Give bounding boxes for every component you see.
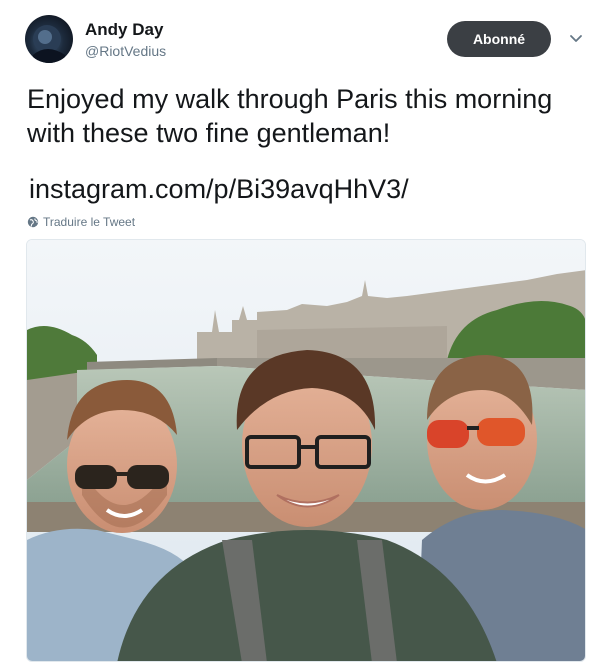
tweet-link[interactable]: instagram.com/p/Bi39avqHhV3/ [29,174,409,205]
tweet-text: Enjoyed my walk through Paris this morni… [27,82,597,150]
tweet-text-line: Enjoyed my walk through Paris this morni… [27,84,553,114]
chevron-down-icon[interactable] [567,32,585,46]
tweet-photo[interactable] [26,239,586,662]
translate-tweet-link[interactable]: Traduire le Tweet [27,215,135,229]
following-button[interactable]: Abonné [447,21,551,57]
author-avatar[interactable] [25,15,73,63]
tweet-text-line: with these two fine gentleman! [27,118,391,148]
globe-icon [27,216,39,228]
author-name[interactable]: Andy Day [85,20,163,40]
translate-label: Traduire le Tweet [43,215,136,229]
author-handle[interactable]: @RiotVedius [85,43,166,59]
